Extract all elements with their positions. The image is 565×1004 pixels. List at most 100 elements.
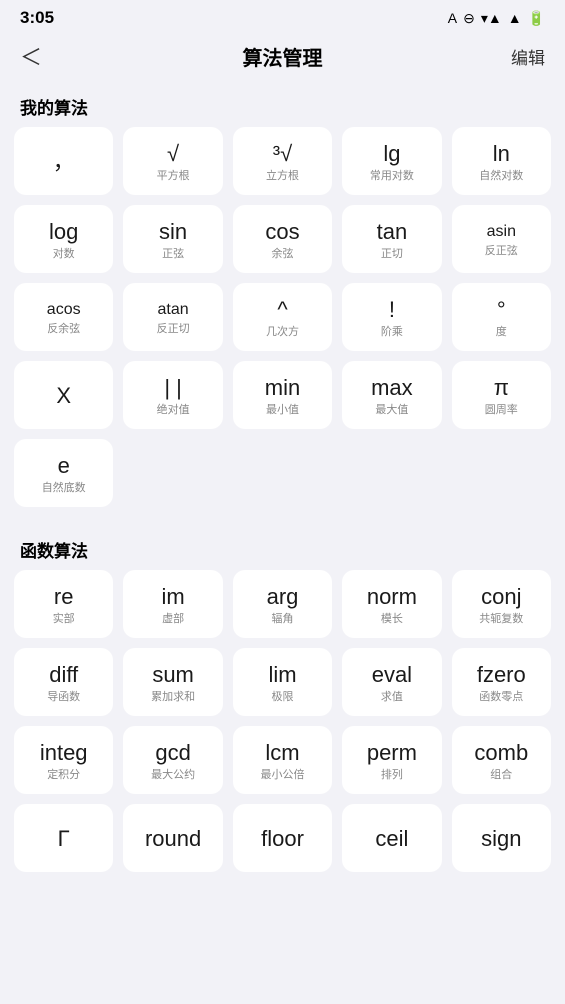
grid-item[interactable]: cos余弦 [233, 205, 332, 273]
grid-item[interactable]: π 圆周率 [452, 361, 551, 429]
status-bar: 3:05 A ⊖ ▾▲ ▲ 🔋 [0, 0, 565, 32]
item-sub: 排列 [381, 769, 403, 782]
item-main: ° [497, 297, 506, 323]
grid-item[interactable]: asin反正弦 [452, 205, 551, 273]
item-main: acos [47, 300, 81, 319]
signal-icon: ▲ [508, 10, 522, 26]
item-sub: 正弦 [162, 248, 184, 261]
grid-item[interactable]: integ定积分 [14, 726, 113, 794]
grid-item[interactable]: fzero函数零点 [452, 648, 551, 716]
item-sub: 模长 [381, 613, 403, 626]
grid-item[interactable]: ^ 几次方 [233, 283, 332, 351]
grid-item[interactable]: Γ [14, 804, 113, 872]
status-time: 3:05 [20, 8, 54, 28]
item-main: min [265, 375, 300, 401]
grid-item[interactable]: min 最小值 [233, 361, 332, 429]
item-sub: 共轭复数 [479, 613, 523, 626]
item-sub: 函数零点 [479, 691, 523, 704]
item-main: ， [53, 149, 75, 175]
item-sub: 导函数 [47, 691, 80, 704]
divider [0, 517, 565, 527]
item-main: floor [261, 826, 304, 852]
item-main: ³√ [273, 141, 292, 167]
item-sub: 反正弦 [485, 245, 518, 258]
item-main: cos [265, 219, 299, 245]
grid-item[interactable]: conj共轭复数 [452, 570, 551, 638]
grid-item[interactable]: im虚部 [123, 570, 222, 638]
item-main: eval [372, 662, 412, 688]
item-main: Γ [58, 826, 70, 852]
item-main: comb [474, 740, 528, 766]
grid-item[interactable]: arg辐角 [233, 570, 332, 638]
wifi-icon: ▾▲ [481, 10, 502, 27]
back-button[interactable]: ＜ [20, 40, 60, 72]
grid-item[interactable]: sign [452, 804, 551, 872]
item-main: sum [152, 662, 194, 688]
grid-item[interactable]: e 自然底数 [14, 439, 113, 507]
item-main: gcd [155, 740, 190, 766]
item-main: e [58, 453, 70, 479]
my-algorithms-label: 我的算法 [0, 84, 565, 127]
grid-item[interactable]: round [123, 804, 222, 872]
item-main: im [161, 584, 184, 610]
item-sub: 组合 [490, 769, 512, 782]
item-main: ln [493, 141, 510, 167]
item-sub: 常用对数 [370, 170, 414, 183]
grid-item[interactable]: floor [233, 804, 332, 872]
grid-item[interactable]: ln自然对数 [452, 127, 551, 195]
grid-item[interactable]: eval求值 [342, 648, 441, 716]
item-sub: 度 [496, 326, 507, 339]
item-main: sin [159, 219, 187, 245]
grid-item[interactable]: | |绝对值 [123, 361, 222, 429]
grid-item[interactable]: sin 正弦 [123, 205, 222, 273]
item-main: tan [377, 219, 408, 245]
item-sub: 自然底数 [42, 482, 86, 495]
item-main: atan [158, 300, 189, 319]
func-algorithms-label: 函数算法 [0, 527, 565, 570]
grid-item[interactable]: re实部 [14, 570, 113, 638]
grid-item[interactable]: lg 常用对数 [342, 127, 441, 195]
grid-item[interactable]: gcd最大公约 [123, 726, 222, 794]
item-main: π [494, 375, 509, 401]
item-sub: 最小公倍 [260, 769, 304, 782]
grid-item[interactable]: X [14, 361, 113, 429]
grid-item[interactable]: ³√立方根 [233, 127, 332, 195]
status-icons: A ⊖ ▾▲ ▲ 🔋 [448, 10, 545, 27]
item-main: lim [268, 662, 296, 688]
grid-item[interactable]: comb 组合 [452, 726, 551, 794]
edit-button[interactable]: 编辑 [505, 44, 545, 69]
item-main: X [56, 383, 71, 409]
grid-item[interactable]: atan反正切 [123, 283, 222, 351]
item-main: ^ [277, 297, 287, 323]
item-main: re [54, 584, 74, 610]
page-title: 算法管理 [243, 42, 323, 71]
item-sub: 极限 [271, 691, 293, 704]
header: ＜ 算法管理 编辑 [0, 32, 565, 84]
grid-item[interactable]: lcm最小公倍 [233, 726, 332, 794]
grid-item[interactable]: lim 极限 [233, 648, 332, 716]
item-main: lg [383, 141, 400, 167]
grid-item[interactable]: sum累加求和 [123, 648, 222, 716]
grid-item[interactable]: ， [14, 127, 113, 195]
item-sub: 最大值 [375, 404, 408, 417]
grid-item[interactable]: √平方根 [123, 127, 222, 195]
item-sub: 几次方 [266, 326, 299, 339]
grid-item[interactable]: acos 反余弦 [14, 283, 113, 351]
item-main: ! [389, 297, 395, 323]
grid-item[interactable]: max 最大值 [342, 361, 441, 429]
minus-icon: ⊖ [463, 10, 475, 27]
item-sub: 最小值 [266, 404, 299, 417]
item-sub: 圆周率 [485, 404, 518, 417]
item-main: max [371, 375, 413, 401]
grid-item[interactable]: °度 [452, 283, 551, 351]
grid-item[interactable]: log对数 [14, 205, 113, 273]
grid-item[interactable]: norm模长 [342, 570, 441, 638]
grid-item[interactable]: diff导函数 [14, 648, 113, 716]
item-main: | | [164, 375, 182, 401]
func-algorithms-grid: re实部im虚部arg辐角norm模长conj共轭复数 diff导函数sum累加求… [0, 570, 565, 882]
item-sub: 反余弦 [47, 323, 80, 336]
grid-item[interactable]: !阶乘 [342, 283, 441, 351]
grid-item[interactable]: tan正切 [342, 205, 441, 273]
grid-item[interactable]: ceil [342, 804, 441, 872]
grid-item[interactable]: perm排列 [342, 726, 441, 794]
